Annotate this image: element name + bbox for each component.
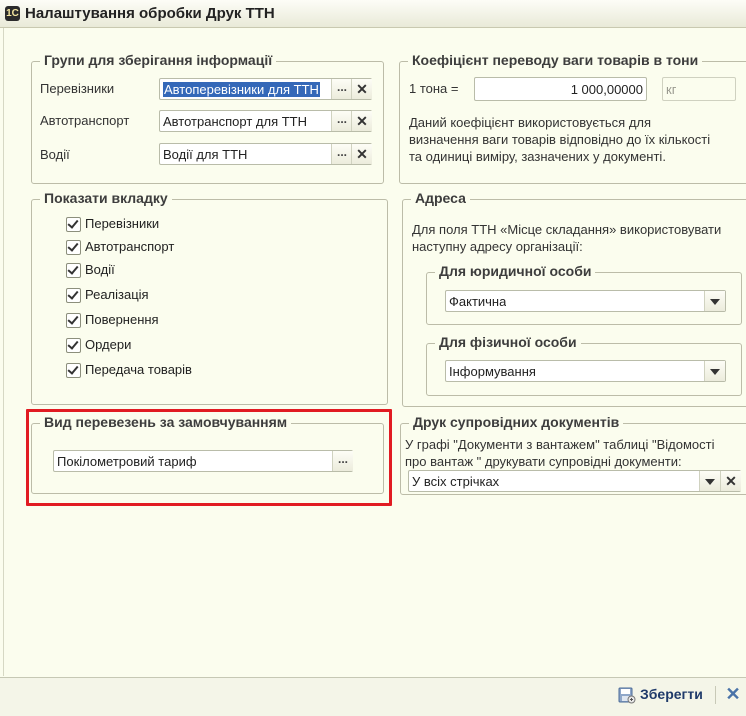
app-icon: 1С [5,6,20,21]
toolbar-separator [715,686,716,704]
print-docs-clear-button[interactable]: ✕ [720,471,741,491]
physical-address-select[interactable]: Інформування [445,360,726,382]
legal-dropdown-button[interactable] [704,291,725,311]
vehicles-value: Автотранспорт для ТТН [163,114,308,129]
carriers-label: Перевізники [40,81,115,96]
drivers-field[interactable]: Водії для ТТН ... ✕ [159,143,372,165]
vehicles-select-button[interactable]: ... [331,111,352,131]
drivers-value: Водії для ТТН [163,147,248,162]
legal-address-value: Фактична [449,294,507,309]
group-legal-person-title: Для юридичної особи [435,263,596,279]
close-button[interactable]: ✕ [724,684,742,704]
print-docs-value: У всіх стрічках [412,474,500,489]
group-storage-title: Групи для зберігання інформації [40,52,277,68]
checkbox-icon[interactable] [66,338,81,353]
unit-field[interactable]: кг [662,77,736,101]
save-icon [618,687,636,704]
carriers-field[interactable]: Автоперевізники для ТТН ... ✕ [159,78,372,100]
vehicles-field[interactable]: Автотранспорт для ТТН ... ✕ [159,110,372,132]
physical-address-value: Інформування [449,364,536,379]
chevron-down-icon [710,299,720,305]
group-show-tab-title: Показати вкладку [40,190,172,206]
physical-dropdown-button[interactable] [704,361,725,381]
checkbox-icon[interactable] [66,240,81,255]
group-physical-person-title: Для фізичної особи [435,334,581,350]
carriers-clear-button[interactable]: ✕ [351,79,372,99]
chevron-down-icon [710,369,720,375]
coefficient-input[interactable]: 1 000,00000 [474,77,647,101]
drivers-label: Водії [40,147,70,162]
checkbox-icon[interactable] [66,313,81,328]
vehicles-clear-button[interactable]: ✕ [351,111,372,131]
ton-label: 1 тона = [409,81,459,96]
checkbox-icon[interactable] [66,263,81,278]
group-coefficient-title: Коефіцієнт переводу ваги товарів в тони [408,52,703,68]
drivers-select-button[interactable]: ... [331,144,352,164]
checkbox-icon[interactable] [66,363,81,378]
print-docs-select[interactable]: У всіх стрічках ✕ [408,470,741,492]
print-docs-note: У графі "Документи з вантажем" таблиці "… [405,437,715,469]
unit-placeholder: кг [666,82,677,97]
highlight-frame [26,409,392,506]
vehicles-label: Автотранспорт [40,113,130,128]
coefficient-value: 1 000,00000 [570,82,643,97]
print-docs-dropdown-button[interactable] [699,471,720,491]
window-title: Налаштування обробки Друк ТТН [25,5,275,22]
drivers-clear-button[interactable]: ✕ [351,144,372,164]
carriers-value: Автоперевізники для ТТН [163,82,320,97]
group-print-docs-title: Друк супровідних документів [409,414,624,430]
group-address-title: Адреса [411,190,470,206]
checkbox-icon[interactable] [66,217,81,232]
chevron-down-icon [705,479,715,485]
legal-address-select[interactable]: Фактична [445,290,726,312]
checkbox-icon[interactable] [66,288,81,303]
window-titlebar: 1С Налаштування обробки Друк ТТН [0,0,746,28]
coefficient-note: Даний коефіцієнт використовується для ви… [409,115,711,164]
address-note: Для поля ТТН «Місце складання» використо… [412,222,722,254]
carriers-select-button[interactable]: ... [331,79,352,99]
